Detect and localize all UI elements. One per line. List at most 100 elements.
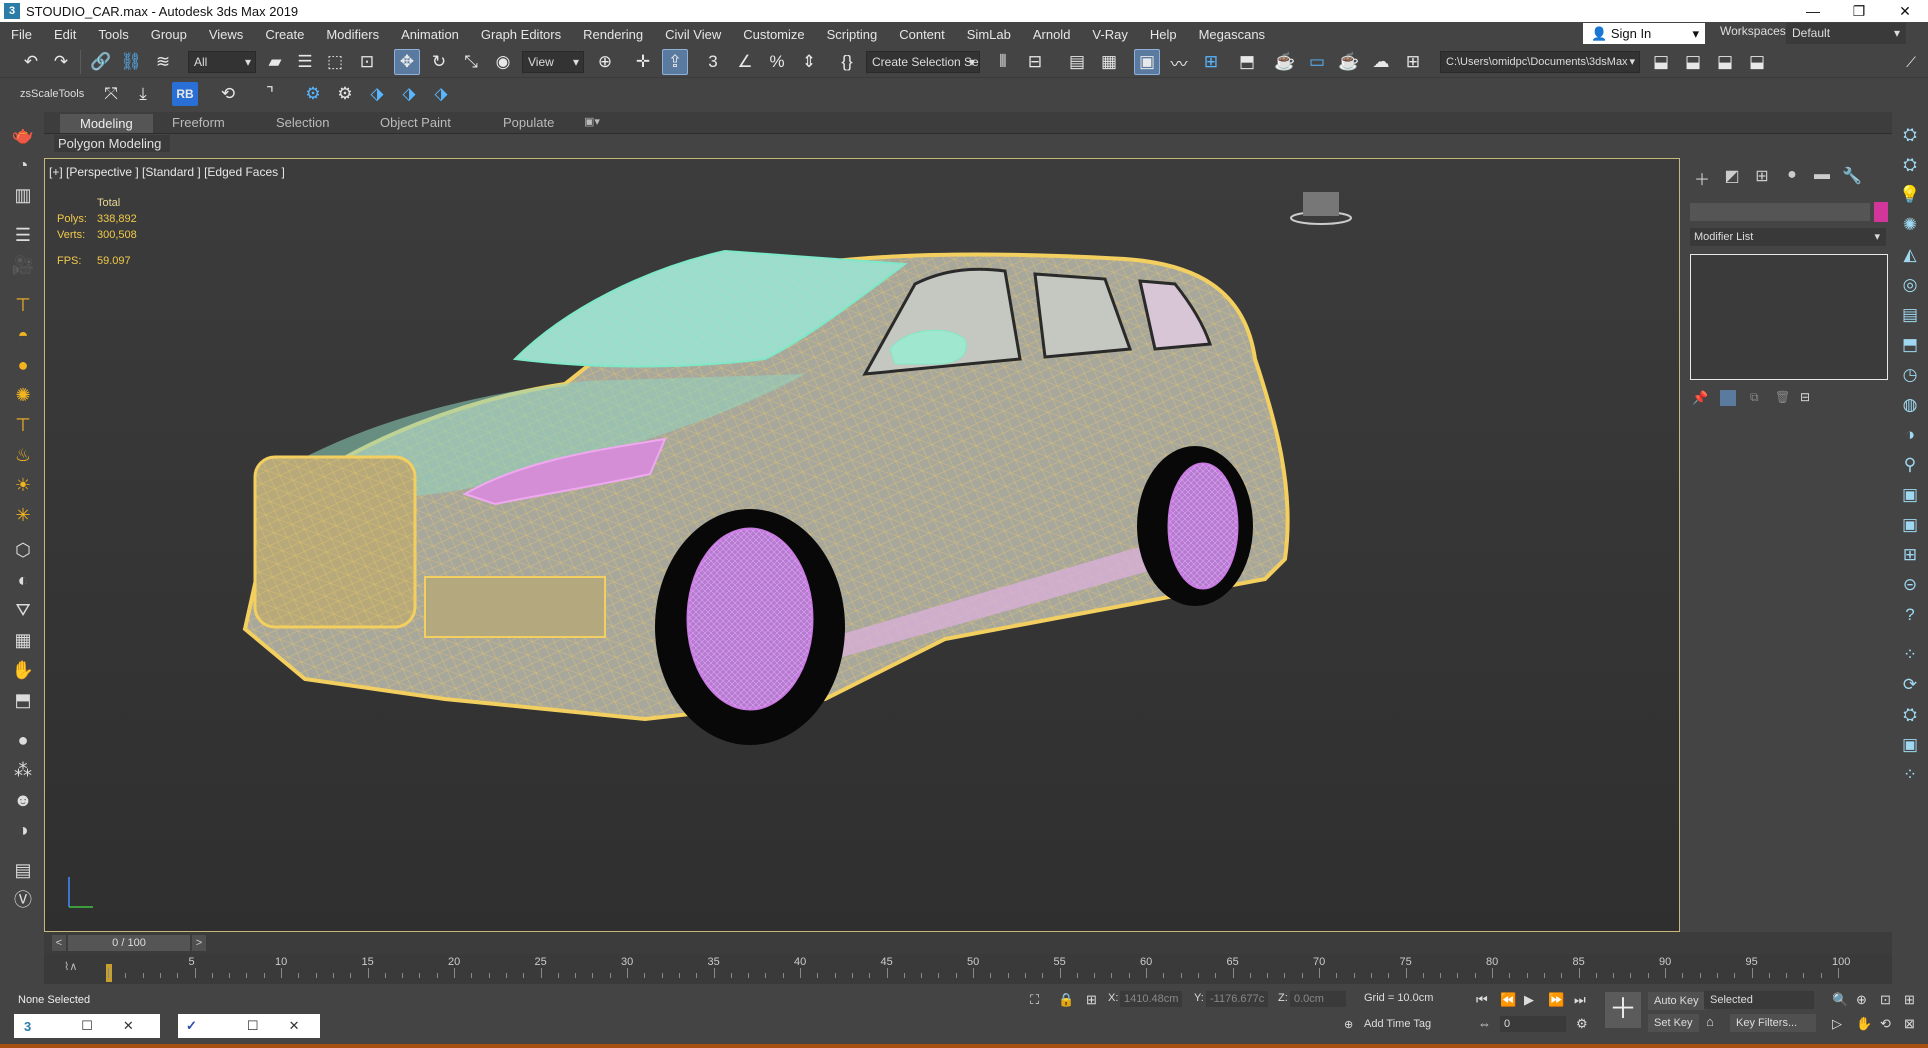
lightbulb-icon[interactable]: 💡 — [1897, 182, 1923, 208]
restore-icon[interactable]: ❐ — [1836, 0, 1882, 22]
make-unique-icon[interactable]: ⧉ — [1750, 390, 1759, 405]
ribbon-options-icon[interactable]: ▣▾ — [584, 115, 600, 128]
undo-icon[interactable]: ↶ — [18, 49, 44, 75]
right-tool-icon-21[interactable]: ▣ — [1897, 732, 1923, 758]
maxscript-listener-tab-2[interactable]: ✓ ☐ ✕ — [178, 1014, 320, 1038]
right-tool-icon-18[interactable]: ⁘ — [1897, 642, 1923, 668]
remove-modifier-icon[interactable]: 🗑 — [1775, 390, 1790, 404]
percent-snap-icon[interactable]: % — [764, 49, 790, 75]
tool-icon-4[interactable]: ☰ — [10, 222, 36, 248]
tool-icon-2[interactable]: ◔ — [10, 152, 36, 178]
time-tag-icon[interactable]: ⊕ — [1344, 1018, 1353, 1031]
spinner-snap-icon[interactable]: ⇕ — [796, 49, 822, 75]
project-folder-icon-4[interactable]: ⬓ — [1744, 49, 1770, 75]
maxscript-listener-tab-1[interactable]: 3 ☐ ✕ — [14, 1014, 160, 1038]
tab-modeling[interactable]: Modeling — [60, 114, 153, 133]
pivot-center-icon[interactable]: ⊕ — [592, 49, 618, 75]
add-time-tag-button[interactable]: Add Time Tag — [1364, 1018, 1431, 1030]
time-cursor[interactable] — [106, 964, 112, 982]
tool-icon-21[interactable]: ⁂ — [10, 757, 36, 783]
menu-content[interactable]: Content — [888, 27, 956, 42]
reference-coordinate-dropdown[interactable]: View — [522, 51, 584, 73]
link-icon[interactable]: 🔗 — [88, 49, 114, 75]
time-configuration-icon[interactable]: ⚙ — [1576, 1016, 1588, 1032]
menu-tools[interactable]: Tools — [87, 27, 139, 42]
script-tool-icon-4[interactable]: ⬗ — [396, 81, 422, 107]
tab-freeform[interactable]: Freeform — [172, 115, 225, 130]
close-small-icon[interactable]: ✕ — [123, 1018, 134, 1034]
keyboard-shortcut-override-icon[interactable]: ⇪ — [662, 49, 688, 75]
camera-icon[interactable]: 🎥 — [10, 252, 36, 278]
workspaces-dropdown[interactable]: Default — [1786, 23, 1906, 44]
time-slider-thumb[interactable]: 0 / 100 — [68, 935, 190, 951]
right-tool-icon-1[interactable]: ⛭ — [1897, 122, 1923, 148]
selection-filter-dropdown[interactable]: All — [188, 51, 256, 73]
tool-icon-19[interactable]: ⬒ — [10, 687, 36, 713]
schematic-view-icon[interactable]: ⊞ — [1198, 49, 1224, 75]
tab-object-paint[interactable]: Object Paint — [380, 115, 451, 130]
menu-create[interactable]: Create — [254, 27, 315, 42]
angle-snap-icon[interactable]: ∠ — [732, 49, 758, 75]
right-tool-icon-6[interactable]: ◎ — [1897, 272, 1923, 298]
rectangular-selection-icon[interactable]: ⬚ — [322, 49, 348, 75]
tool-icon-24[interactable]: ▤ — [10, 857, 36, 883]
prev-key-icon[interactable]: ⏪ — [1500, 992, 1516, 1008]
orbit-icon[interactable]: ⟲ — [1880, 1016, 1891, 1032]
sign-in-button[interactable]: 👤 Sign In — [1583, 23, 1705, 44]
window-crossing-icon[interactable]: ⊡ — [354, 49, 380, 75]
vray-icon[interactable]: Ⓥ — [10, 887, 36, 913]
menu-help[interactable]: Help — [1139, 27, 1188, 42]
current-frame-field[interactable]: 0 — [1500, 1016, 1566, 1032]
right-tool-icon-16[interactable]: ⊝ — [1897, 572, 1923, 598]
menu-edit[interactable]: Edit — [43, 27, 87, 42]
modify-tab-icon[interactable]: ◩ — [1720, 166, 1744, 186]
display-tab-icon[interactable]: ▬ — [1810, 166, 1834, 186]
menu-graph-editors[interactable]: Graph Editors — [470, 27, 572, 42]
render-production-icon[interactable]: ☕ — [1336, 49, 1362, 75]
show-end-result-icon[interactable] — [1720, 390, 1736, 406]
select-rotate-icon[interactable]: ↻ — [426, 49, 452, 75]
align-icon[interactable]: ⊟ — [1022, 49, 1048, 75]
select-place-icon[interactable]: ◉ — [490, 49, 516, 75]
tool-icon-16[interactable]: ⛛ — [10, 597, 36, 623]
menu-file[interactable]: File — [0, 27, 43, 42]
configure-modifier-sets-icon[interactable]: ⊟ — [1800, 390, 1810, 404]
zoom-extents-all-icon[interactable]: ⊞ — [1904, 992, 1915, 1008]
toolbar-overflow-icon[interactable]: ⟋ — [1898, 49, 1924, 75]
right-tool-icon-13[interactable]: ▣ — [1897, 482, 1923, 508]
right-tool-icon-22[interactable]: ⁘ — [1897, 762, 1923, 788]
tool-icon-13[interactable]: ✳ — [10, 502, 36, 528]
tab-populate[interactable]: Populate — [503, 115, 554, 130]
manipulate-icon[interactable]: ✛ — [630, 49, 656, 75]
menu-rendering[interactable]: Rendering — [572, 27, 654, 42]
zoom-extents-icon[interactable]: ⊡ — [1880, 992, 1891, 1008]
scene-explorer-icon[interactable]: ▤ — [1064, 49, 1090, 75]
tool-icon-3[interactable]: ▥ — [10, 182, 36, 208]
select-by-name-icon[interactable]: ☰ — [292, 49, 318, 75]
box-icon[interactable]: ⬡ — [10, 537, 36, 563]
next-frame-button[interactable]: > — [192, 935, 206, 951]
hierarchy-tab-icon[interactable]: ⊞ — [1750, 166, 1774, 186]
modifier-stack[interactable] — [1690, 254, 1888, 380]
right-tool-icon-7[interactable]: ▤ — [1897, 302, 1923, 328]
menu-modifiers[interactable]: Modifiers — [315, 27, 390, 42]
prev-frame-button[interactable]: < — [52, 935, 66, 951]
menu-views[interactable]: Views — [198, 27, 254, 42]
z-coordinate-field[interactable]: 0.0cm — [1290, 991, 1346, 1007]
curve-editor-icon[interactable]: 〰 — [1166, 49, 1192, 75]
isolate-icon[interactable]: ⛶ — [1030, 992, 1039, 1008]
viewcube[interactable] — [1290, 192, 1352, 225]
script-tool-icon-3[interactable]: ⬗ — [364, 81, 390, 107]
maximize-small-icon-2[interactable]: ☐ — [247, 1018, 259, 1034]
create-tab-icon[interactable]: ＋ — [1690, 166, 1714, 189]
right-tool-icon-5[interactable]: ◭ — [1897, 242, 1923, 268]
zoom-icon[interactable]: 🔍 — [1832, 992, 1848, 1008]
project-folder-icon-1[interactable]: ⬓ — [1648, 49, 1674, 75]
right-tool-icon-8[interactable]: ⬒ — [1897, 332, 1923, 358]
named-selection-dropdown[interactable]: Create Selection Se — [866, 51, 980, 73]
right-tool-icon-15[interactable]: ⊞ — [1897, 542, 1923, 568]
zs-drop-icon[interactable]: ⤓ — [130, 81, 156, 107]
mirror-icon[interactable]: ⫴ — [990, 49, 1016, 75]
tool-icon-6[interactable]: ⊤ — [10, 292, 36, 318]
menu-simlab[interactable]: SimLab — [956, 27, 1022, 42]
